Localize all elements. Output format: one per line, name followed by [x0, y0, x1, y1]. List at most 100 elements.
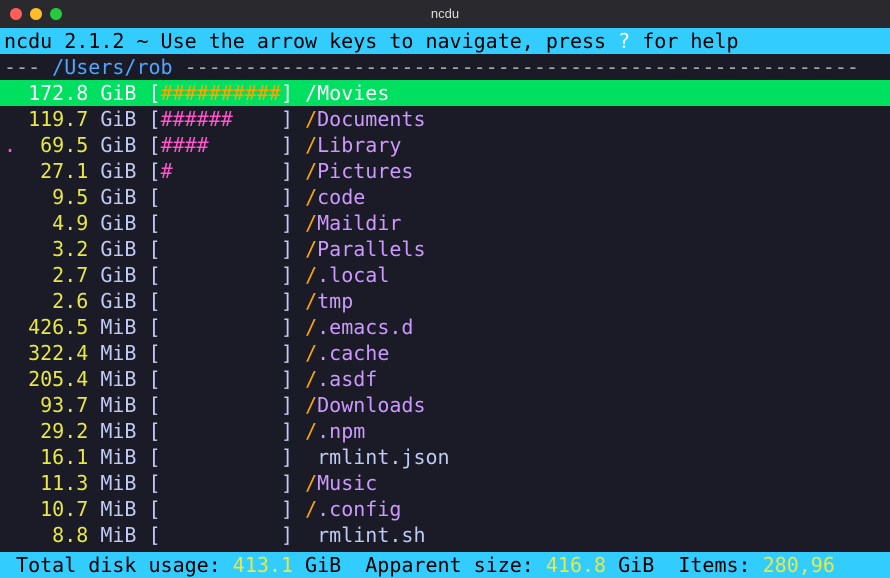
list-item[interactable]: 172.8 GiB [##########] /Movies [0, 80, 890, 106]
size-value: 8.8 [16, 523, 88, 547]
row-marker [4, 393, 16, 417]
usage-bar [161, 237, 281, 261]
row-marker [4, 471, 16, 495]
size-unit: MiB [100, 471, 136, 495]
size-unit: GiB [100, 81, 136, 105]
entry-name: Downloads [317, 393, 425, 417]
bar-close-bracket: ] [281, 211, 293, 235]
entry-name: Documents [317, 107, 425, 131]
status-bar: Total disk usage: 413.1 GiB Apparent siz… [0, 552, 890, 578]
usage-bar [161, 367, 281, 391]
dir-slash-icon: / [305, 211, 317, 235]
list-item[interactable]: 8.8 MiB [ ] rmlint.sh [0, 522, 890, 548]
size-value: 119.7 [16, 107, 88, 131]
size-unit: MiB [100, 341, 136, 365]
usage-bar [161, 471, 281, 495]
list-item[interactable]: 3.2 GiB [ ] /Parallels [0, 236, 890, 262]
list-item[interactable]: 93.7 MiB [ ] /Downloads [0, 392, 890, 418]
dir-slash-icon: / [305, 107, 317, 131]
size-unit: GiB [100, 159, 136, 183]
bar-close-bracket: ] [281, 237, 293, 261]
entry-name: Pictures [317, 159, 413, 183]
list-item[interactable]: 29.2 MiB [ ] /.npm [0, 418, 890, 444]
bar-close-bracket: ] [281, 341, 293, 365]
size-value: 27.1 [16, 159, 88, 183]
row-marker [4, 367, 16, 391]
zoom-icon[interactable] [50, 8, 62, 20]
size-value: 11.3 [16, 471, 88, 495]
list-item[interactable]: . 69.5 GiB [#### ] /Library [0, 132, 890, 158]
row-marker [4, 445, 16, 469]
usage-bar [161, 419, 281, 443]
bar-close-bracket: ] [281, 263, 293, 287]
list-item[interactable]: 16.1 MiB [ ] rmlint.json [0, 444, 890, 470]
size-unit: GiB [100, 185, 136, 209]
bar-close-bracket: ] [281, 367, 293, 391]
size-unit: GiB [100, 289, 136, 313]
list-item[interactable]: 4.9 GiB [ ] /Maildir [0, 210, 890, 236]
minimize-icon[interactable] [30, 8, 42, 20]
size-unit: MiB [100, 419, 136, 443]
size-value: 69.5 [16, 133, 88, 157]
list-item[interactable]: 10.7 MiB [ ] /.config [0, 496, 890, 522]
path-line: --- /Users/rob -------------------------… [0, 54, 890, 80]
row-marker [4, 159, 16, 183]
list-item[interactable]: 205.4 MiB [ ] /.asdf [0, 366, 890, 392]
dir-slash-icon: / [305, 497, 317, 521]
bar-open-bracket: [ [149, 445, 161, 469]
dir-slash-icon: / [305, 315, 317, 339]
size-unit: GiB [100, 263, 136, 287]
list-item[interactable]: 2.7 GiB [ ] /.local [0, 262, 890, 288]
size-unit: MiB [100, 367, 136, 391]
list-item[interactable]: 119.7 GiB [###### ] /Documents [0, 106, 890, 132]
list-item[interactable]: 11.3 MiB [ ] /Music [0, 470, 890, 496]
usage-bar [161, 289, 281, 313]
usage-bar: # [161, 159, 281, 183]
items-value: 280,96 [763, 553, 835, 577]
dir-slash-icon: / [305, 341, 317, 365]
bar-close-bracket: ] [281, 159, 293, 183]
hint-suffix: for help [630, 29, 738, 53]
size-value: 426.5 [16, 315, 88, 339]
row-marker [4, 289, 16, 313]
list-item[interactable]: 2.6 GiB [ ] /tmp [0, 288, 890, 314]
row-marker [4, 341, 16, 365]
apparent-size-value: 416.8 [546, 553, 606, 577]
bar-open-bracket: [ [149, 315, 161, 339]
help-key[interactable]: ? [618, 29, 630, 53]
ncdu-header: ncdu 2.1.2 ~ Use the arrow keys to navig… [0, 28, 890, 54]
list-item[interactable]: 426.5 MiB [ ] /.emacs.d [0, 314, 890, 340]
bar-close-bracket: ] [281, 289, 293, 313]
list-item[interactable]: 322.4 MiB [ ] /.cache [0, 340, 890, 366]
usage-bar: #### [161, 133, 281, 157]
dir-slash-icon: / [305, 159, 317, 183]
dir-slash-icon: / [305, 419, 317, 443]
size-unit: GiB [100, 211, 136, 235]
size-value: 2.7 [16, 263, 88, 287]
row-marker [4, 315, 16, 339]
list-item[interactable]: 27.1 GiB [# ] /Pictures [0, 158, 890, 184]
bar-open-bracket: [ [149, 341, 161, 365]
bar-open-bracket: [ [149, 81, 161, 105]
entry-name: Maildir [317, 211, 401, 235]
current-path: /Users/rob [52, 55, 172, 79]
label-apparent: Apparent size: [341, 553, 546, 577]
dir-slash-icon: / [305, 393, 317, 417]
bar-open-bracket: [ [149, 367, 161, 391]
size-value: 4.9 [16, 211, 88, 235]
dir-slash-icon: / [305, 81, 317, 105]
usage-bar [161, 341, 281, 365]
bar-close-bracket: ] [281, 133, 293, 157]
size-value: 29.2 [16, 419, 88, 443]
list-item[interactable]: 9.5 GiB [ ] /code [0, 184, 890, 210]
close-icon[interactable] [10, 8, 22, 20]
usage-bar [161, 263, 281, 287]
size-value: 205.4 [16, 367, 88, 391]
size-value: 3.2 [16, 237, 88, 261]
dir-slash-icon: / [305, 263, 317, 287]
entry-name: .asdf [317, 367, 377, 391]
file-list[interactable]: 172.8 GiB [##########] /Movies 119.7 GiB… [0, 80, 890, 552]
row-marker [4, 263, 16, 287]
traffic-lights [10, 8, 62, 20]
bar-open-bracket: [ [149, 393, 161, 417]
